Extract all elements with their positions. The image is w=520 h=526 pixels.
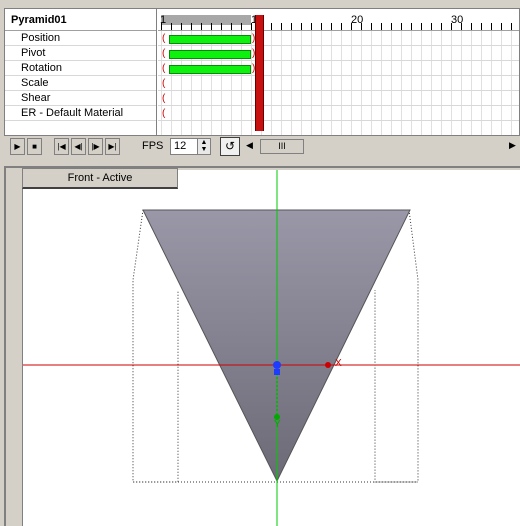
timeline-panel: Pyramid01 Position Pivot Rotation Scale … <box>4 8 520 136</box>
ruler-tick <box>471 23 472 30</box>
ruler-tick <box>451 23 452 30</box>
playhead[interactable] <box>255 15 264 131</box>
key-start-marker: ( <box>162 63 166 74</box>
timeline-scroll-thumb[interactable]: III <box>260 139 304 154</box>
ruler-tick <box>281 23 282 30</box>
track-material[interactable]: ER - Default Material <box>5 106 156 121</box>
fps-input[interactable]: 12 <box>170 138 200 155</box>
grid-row-scale <box>158 76 519 91</box>
frame-ruler[interactable]: 1 10 20 30 <box>158 9 519 31</box>
ruler-tick <box>311 23 312 30</box>
ruler-tick <box>341 23 342 30</box>
key-start-marker: ( <box>162 108 166 119</box>
ruler-tick <box>331 23 332 30</box>
key-bar-pivot[interactable] <box>169 50 251 59</box>
front-viewport[interactable]: X Y <box>22 170 520 526</box>
object-name[interactable]: Pyramid01 <box>5 9 156 31</box>
ruler-tick <box>391 23 392 30</box>
track-pivot[interactable]: Pivot <box>5 46 156 61</box>
fps-spinner[interactable]: ▲ ▼ <box>197 138 211 155</box>
gizmo-y-label: Y <box>274 419 281 430</box>
viewport-tab[interactable]: Front - Active <box>22 168 178 189</box>
scene-canvas[interactable]: X Y <box>23 170 520 526</box>
ruler-tick <box>251 23 252 30</box>
next-frame-icon[interactable]: |▶ <box>88 138 103 155</box>
prev-frame-icon[interactable]: ◀| <box>71 138 86 155</box>
stop-icon[interactable]: ■ <box>27 138 42 155</box>
ruler-tick <box>301 23 302 30</box>
ruler-tick <box>501 23 502 30</box>
ruler-tick <box>241 23 242 30</box>
ruler-tick <box>211 23 212 30</box>
ruler-tick <box>381 23 382 30</box>
track-shear[interactable]: Shear <box>5 91 156 106</box>
ruler-tick <box>441 23 442 30</box>
play-icon[interactable]: ▶ <box>10 138 25 155</box>
ruler-tick <box>361 23 362 30</box>
key-bar-rotation[interactable] <box>169 65 251 74</box>
ruler-tick <box>421 23 422 30</box>
ruler-tick <box>411 23 412 30</box>
track-list: Pyramid01 Position Pivot Rotation Scale … <box>5 9 157 135</box>
gizmo-center[interactable] <box>273 361 281 369</box>
key-bar-position[interactable] <box>169 35 251 44</box>
track-position[interactable]: Position <box>5 31 156 46</box>
scroll-left-icon[interactable]: ◀ <box>246 140 253 151</box>
ruler-tick <box>481 23 482 30</box>
ruler-tick <box>221 23 222 30</box>
ruler-tick <box>271 23 272 30</box>
ruler-tick <box>181 23 182 30</box>
ruler-tick <box>401 23 402 30</box>
track-scale[interactable]: Scale <box>5 76 156 91</box>
key-start-marker: ( <box>162 48 166 59</box>
gizmo-center-handle[interactable] <box>274 369 280 375</box>
frame-grid[interactable]: 1 10 20 30 ( ) ( ) ( ) ( ( ( <box>158 9 519 135</box>
ruler-tick <box>511 23 512 30</box>
ruler-tick <box>321 23 322 30</box>
scroll-right-icon[interactable]: ▶ <box>509 140 516 151</box>
key-start-marker: ( <box>162 78 166 89</box>
ruler-tick <box>291 23 292 30</box>
grid-row-shear <box>158 91 519 106</box>
ruler-tick <box>171 23 172 30</box>
ruler-tick <box>371 23 372 30</box>
ruler-tick <box>351 23 352 30</box>
range-bar <box>161 15 251 25</box>
ruler-tick <box>201 23 202 30</box>
grid-row-material <box>158 106 519 121</box>
transport-toolbar: ▶ ■ |◀ ◀| |▶ ▶| FPS 12 ▲ ▼ ↺ ◀ III ▶ <box>4 136 520 158</box>
ruler-tick <box>161 23 162 30</box>
key-start-marker: ( <box>162 33 166 44</box>
fps-label: FPS <box>142 140 164 152</box>
first-frame-icon[interactable]: |◀ <box>54 138 69 155</box>
key-start-marker: ( <box>162 93 166 104</box>
ruler-tick <box>191 23 192 30</box>
track-rotation[interactable]: Rotation <box>5 61 156 76</box>
ruler-tick <box>231 23 232 30</box>
ruler-tick <box>491 23 492 30</box>
gizmo-x-label: X <box>335 358 342 369</box>
last-frame-icon[interactable]: ▶| <box>105 138 120 155</box>
ruler-tick <box>461 23 462 30</box>
ruler-tick <box>431 23 432 30</box>
loop-icon[interactable]: ↺ <box>220 137 240 156</box>
gizmo-x-endpoint[interactable] <box>325 362 331 368</box>
